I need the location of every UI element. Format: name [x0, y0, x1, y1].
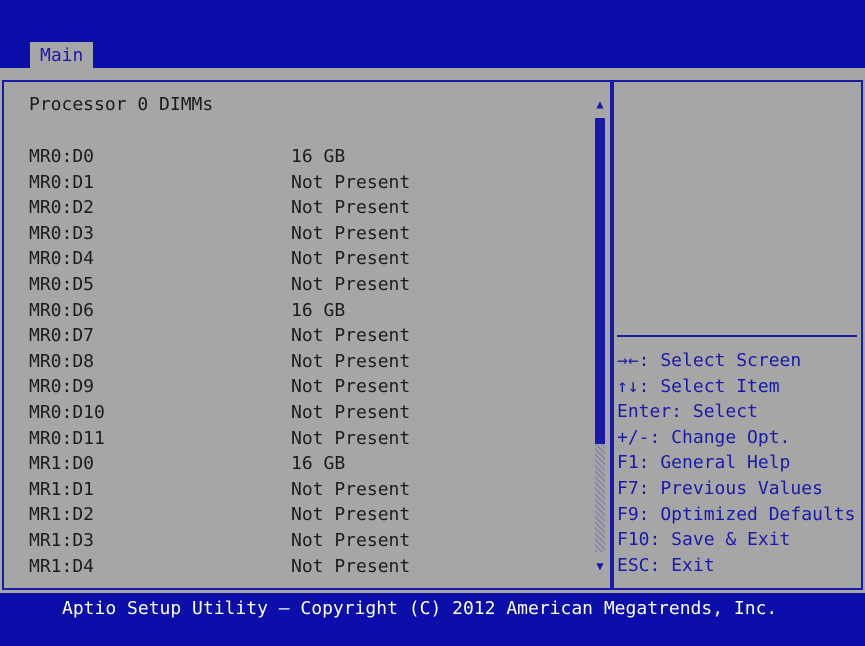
dimm-label: MR0:D1 [29, 171, 95, 193]
dimm-value: Not Present [291, 350, 411, 372]
dimm-row[interactable]: MR0:D1 Not Present [29, 172, 589, 198]
dimm-value: 16 GB [291, 453, 346, 475]
dimm-value: Not Present [291, 504, 411, 526]
dimm-value: 16 GB [291, 146, 346, 167]
help-select-screen: →←: Select Screen [617, 350, 802, 371]
dimm-value: Not Present [291, 171, 411, 193]
dimm-value: Not Present [291, 529, 411, 551]
help-save-exit: F10: Save & Exit [617, 529, 791, 551]
dimm-value: Not Present [291, 222, 411, 244]
dimm-label: MR0:D10 [29, 401, 105, 423]
dimm-label: MR1:D3 [29, 529, 95, 551]
scroll-down-icon[interactable]: ▼ [592, 558, 608, 574]
dimm-row[interactable]: MR1:D2 Not Present [29, 504, 589, 530]
help-divider [617, 335, 857, 337]
dimm-row[interactable]: MR1:D4 Not Present [29, 556, 589, 582]
dimm-label: MR1:D2 [29, 504, 95, 526]
dimm-value: Not Present [291, 273, 411, 295]
help-esc-exit: ESC: Exit [617, 554, 715, 576]
dimm-row[interactable]: MR0:D8 Not Present [29, 351, 589, 377]
help-change-opt: +/-: Change Opt. [617, 426, 791, 448]
dimm-row[interactable]: MR0:D9 Not Present [29, 376, 589, 402]
dimm-value: Not Present [291, 325, 411, 347]
dimm-row[interactable]: MR0:D11 Not Present [29, 428, 589, 454]
dimm-label: MR0:D3 [29, 222, 95, 244]
top-bar [0, 0, 865, 68]
dimm-label: MR0:D2 [29, 197, 95, 219]
dimm-label: MR0:D0 [29, 146, 95, 167]
dimm-label: MR1:D1 [29, 478, 95, 500]
help-general-help: F1: General Help [617, 452, 791, 474]
dimm-row[interactable]: MR0:D6 16 GB [29, 300, 589, 326]
dimm-row[interactable]: MR1:D1 Not Present [29, 479, 589, 505]
help-select-item: ↑↓: Select Item [617, 375, 780, 397]
dimm-row[interactable]: MR1:D3 Not Present [29, 530, 589, 556]
dimm-value: Not Present [291, 376, 411, 398]
dimm-value: Not Present [291, 478, 411, 500]
dimm-label: MR1:D4 [29, 555, 95, 577]
dimm-label: MR1:D0 [29, 453, 95, 475]
dimm-row[interactable]: MR0:D10 Not Present [29, 402, 589, 428]
tab-main[interactable]: Main [30, 42, 94, 68]
dimm-value: Not Present [291, 427, 411, 449]
dimm-label: MR0:D11 [29, 427, 105, 449]
dimm-row[interactable]: MR0:D3 Not Present [29, 223, 589, 249]
scrollbar[interactable]: ▲ ▼ [592, 96, 608, 576]
dimm-row[interactable]: MR0:D5 Not Present [29, 274, 589, 300]
scroll-up-icon[interactable]: ▲ [592, 96, 608, 112]
dimm-row[interactable]: MR0:D4 Not Present [29, 248, 589, 274]
dimm-row[interactable]: MR0:D7 Not Present [29, 325, 589, 351]
dimm-row[interactable]: MR0:D0 16 GB [29, 146, 589, 172]
dimm-value: Not Present [291, 555, 411, 577]
copyright-text: Aptio Setup Utility – Copyright (C) 2012… [62, 598, 778, 619]
dimm-label: MR0:D8 [29, 350, 95, 372]
dimm-value: Not Present [291, 248, 411, 270]
dimm-value: Not Present [291, 401, 411, 423]
scroll-thumb[interactable] [595, 118, 605, 444]
help-list: →←: Select Screen ↑↓: Select Item Enter:… [617, 350, 862, 580]
help-previous-values: F7: Previous Values [617, 477, 823, 499]
dimm-value: 16 GB [291, 299, 346, 321]
section-title: Processor 0 DIMMs [29, 94, 214, 115]
dimm-list: MR0:D0 16 GB MR0:D1 Not Present MR0:D2 N… [29, 146, 589, 581]
dimm-label: MR0:D6 [29, 299, 95, 321]
help-enter-select: Enter: Select [617, 401, 758, 423]
dimm-label: MR0:D4 [29, 248, 95, 270]
help-optimized-defaults: F9: Optimized Defaults [617, 503, 856, 525]
dimm-label: MR0:D9 [29, 376, 95, 398]
dimm-value: Not Present [291, 197, 411, 219]
dimm-label: MR0:D7 [29, 325, 95, 347]
dimm-row[interactable]: MR0:D2 Not Present [29, 197, 589, 223]
dimm-label: MR0:D5 [29, 273, 95, 295]
dimm-row[interactable]: MR1:D0 16 GB [29, 453, 589, 479]
